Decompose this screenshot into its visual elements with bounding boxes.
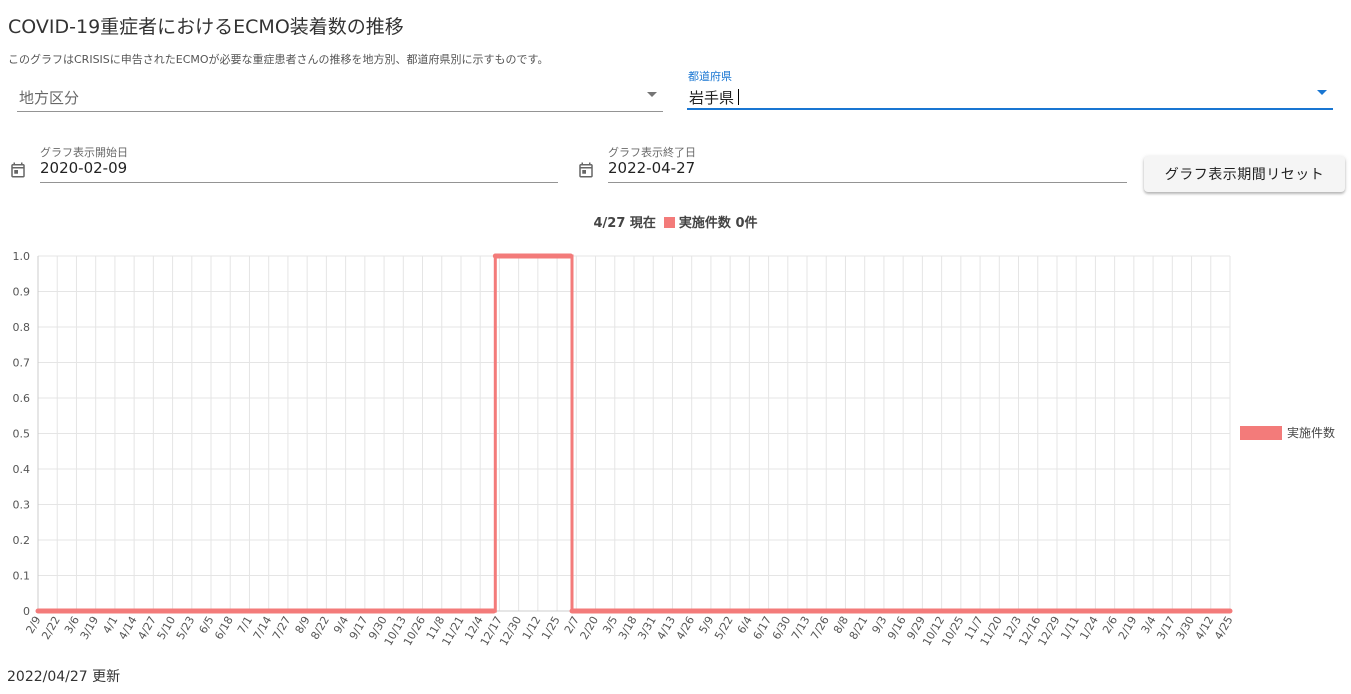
x-tick-label: 7/27 <box>270 614 294 642</box>
y-tick-label: 1.0 <box>13 250 31 263</box>
x-tick-label: 1/24 <box>1077 614 1101 642</box>
calendar-icon[interactable] <box>9 161 27 179</box>
ecmo-line-chart: 1.00.90.80.70.60.50.40.30.20.102/92/22 3/… <box>13 250 1336 648</box>
dropdown-arrow-icon[interactable] <box>647 92 657 97</box>
dropdown-arrow-icon[interactable] <box>1317 90 1327 95</box>
x-tick-label: 7/13 <box>789 614 813 642</box>
x-tick-label: 2/19 <box>1116 614 1140 642</box>
page-subtitle: このグラフはCRISISに申告されたECMOが必要な重症患者さんの推移を地方別、… <box>8 53 549 66</box>
x-tick-label: 4/26 <box>674 614 698 642</box>
x-tick-label: 1/25 <box>539 614 563 642</box>
start-date-value: 2020-02-09 <box>40 159 128 177</box>
x-tick-label: 1/11 <box>1058 614 1082 642</box>
chart-summary: 4/27 現在 実施件数 0件 <box>0 212 1351 231</box>
y-tick-label: 0.2 <box>13 534 31 547</box>
x-tick-label: 7/14 <box>251 614 275 642</box>
x-tick-label: 5/22 <box>712 614 736 642</box>
x-tick-label: 6/30 <box>770 614 794 642</box>
prefecture-select[interactable]: 都道府県 岩手県 <box>687 70 1333 110</box>
x-tick-label: 6/17 <box>751 614 775 642</box>
calendar-icon[interactable] <box>577 161 595 179</box>
legend-swatch <box>1240 426 1282 440</box>
prefecture-select-label: 都道府県 <box>688 70 732 83</box>
start-date-field[interactable]: グラフ表示開始日 2020-02-09 <box>9 144 569 190</box>
x-tick-label: 8/21 <box>847 614 871 642</box>
y-tick-label: 0.7 <box>13 357 31 370</box>
x-tick-label: 9/17 <box>347 614 371 642</box>
y-tick-label: 0 <box>23 605 30 618</box>
x-tick-label: 4/12 <box>1193 614 1217 642</box>
x-tick-label: 5/10 <box>155 614 179 642</box>
summary-date: 4/27 現在 <box>593 216 656 231</box>
x-tick-label: 3/19 <box>78 614 102 642</box>
x-tick-label: 8/22 <box>308 614 332 642</box>
page-title: COVID-19重症者におけるECMO装着数の推移 <box>8 16 404 38</box>
legend-label: 実施件数 <box>1287 425 1335 440</box>
y-tick-label: 0.6 <box>13 392 31 405</box>
region-select-placeholder: 地方区分 <box>19 89 80 107</box>
legend-swatch <box>663 217 675 228</box>
x-tick-label: 4/13 <box>654 614 678 642</box>
summary-text: 実施件数 0件 <box>678 216 758 231</box>
x-tick-label: 9/16 <box>885 614 909 642</box>
x-tick-label: 4/27 <box>135 614 159 642</box>
x-tick-label: 1/12 <box>520 614 544 642</box>
x-tick-label: 5/23 <box>174 614 198 642</box>
x-tick-label: 3/31 <box>635 614 659 642</box>
x-tick-label: 3/17 <box>1154 614 1178 642</box>
region-select[interactable]: 地方区分 <box>17 78 663 112</box>
x-tick-label: 3/18 <box>616 614 640 642</box>
x-tick-label: 2/22 <box>39 614 63 642</box>
last-updated: 2022/04/27 更新 <box>7 669 121 685</box>
reset-period-button[interactable]: グラフ表示期間リセット <box>1144 156 1345 192</box>
start-date-input[interactable]: 2020-02-09 <box>40 154 558 183</box>
end-date-field[interactable]: グラフ表示終了日 2022-04-27 <box>577 144 1137 190</box>
y-tick-label: 0.3 <box>13 499 31 512</box>
y-tick-label: 0.1 <box>13 570 31 583</box>
y-tick-label: 0.5 <box>13 428 31 441</box>
end-date-value: 2022-04-27 <box>608 159 696 177</box>
x-tick-label: 4/14 <box>116 614 140 642</box>
y-tick-label: 0.4 <box>13 463 31 476</box>
page: COVID-19重症者におけるECMO装着数の推移 このグラフはCRISISに申… <box>0 0 1351 694</box>
x-tick-label: 6/18 <box>212 614 236 642</box>
x-tick-label: 3/30 <box>1174 614 1198 642</box>
x-tick-label: 2/20 <box>578 614 602 642</box>
y-tick-label: 0.9 <box>13 286 31 299</box>
x-tick-label: 7/26 <box>808 614 832 642</box>
text-caret <box>738 89 740 105</box>
prefecture-select-value: 岩手県 <box>689 87 740 108</box>
y-tick-label: 0.8 <box>13 321 31 334</box>
x-tick-label: 4/25 <box>1212 614 1236 642</box>
end-date-input[interactable]: 2022-04-27 <box>608 154 1127 183</box>
